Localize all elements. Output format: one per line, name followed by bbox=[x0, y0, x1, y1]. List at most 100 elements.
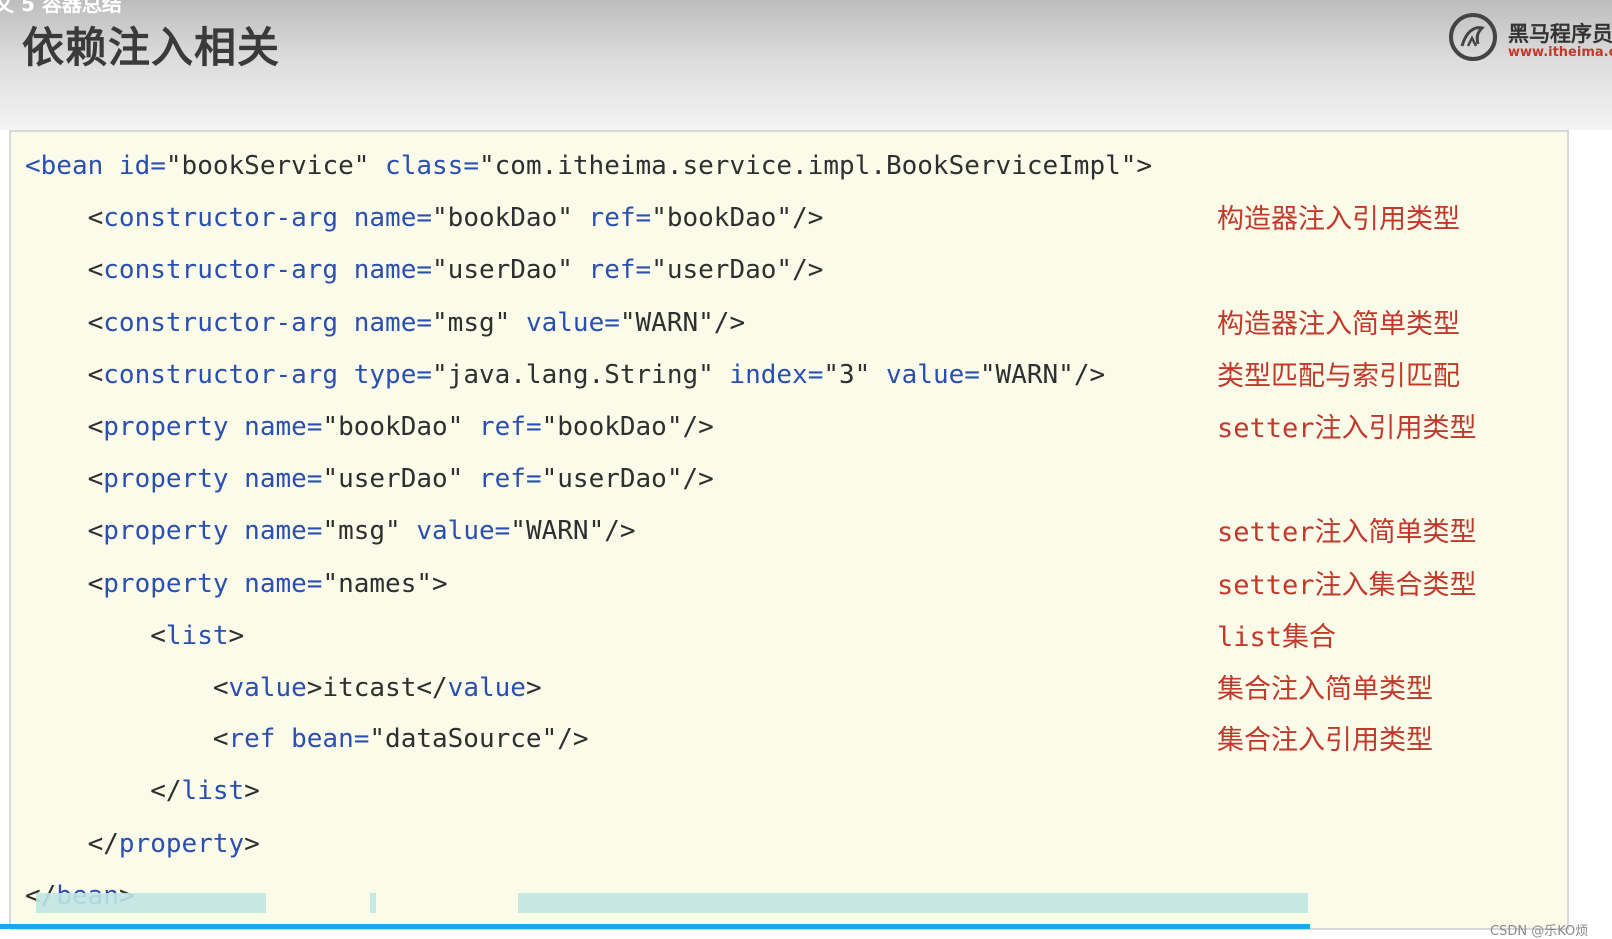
code-token: ref= bbox=[572, 255, 652, 285]
code-token: "bookDao" bbox=[541, 412, 683, 442]
code-token: /> bbox=[604, 516, 636, 546]
code-token: itcast bbox=[322, 673, 417, 703]
slide-title: 依赖注入相关 bbox=[22, 23, 281, 72]
annotation-label: 集合注入简单类型 bbox=[1217, 674, 1433, 705]
code-token: value= bbox=[870, 360, 980, 390]
code-token: constructor-arg bbox=[103, 203, 339, 233]
code-token: list bbox=[181, 776, 245, 806]
code-token: name= bbox=[338, 308, 433, 338]
code-token: > bbox=[244, 829, 260, 859]
slide-header: 文 5 容器总结 依赖注入相关 黑马程序员 www.itheima.com bbox=[0, 0, 1612, 130]
code-token: < bbox=[25, 412, 104, 442]
code-token: < bbox=[25, 360, 104, 390]
code-token: value= bbox=[510, 308, 620, 338]
code-line: <list> bbox=[25, 620, 244, 652]
code-token: property bbox=[103, 516, 229, 546]
code-token: > bbox=[244, 776, 260, 806]
annotation-label: 构造器注入简单类型 bbox=[1217, 309, 1460, 340]
horse-logo-icon bbox=[1449, 13, 1497, 61]
code-token: property bbox=[103, 412, 229, 442]
code-token: /> bbox=[792, 255, 824, 285]
code-token: </ bbox=[416, 673, 448, 703]
code-token: constructor-arg bbox=[103, 360, 339, 390]
code-token: id= bbox=[103, 151, 166, 181]
code-token: list bbox=[165, 621, 229, 651]
video-progress-bar[interactable] bbox=[0, 924, 1310, 929]
code-token: "WARN" bbox=[979, 360, 1074, 390]
code-token: ref= bbox=[463, 464, 542, 494]
code-token: "msg" bbox=[432, 308, 511, 338]
code-token: "bookService" bbox=[165, 151, 370, 181]
code-line: <bean id="bookService" class="com.itheim… bbox=[25, 150, 1152, 182]
annotation-label: 构造器注入引用类型 bbox=[1217, 204, 1460, 235]
code-token: property bbox=[103, 464, 229, 494]
brand-url: www.itheima.com bbox=[1508, 45, 1612, 60]
code-line: <value>itcast</value> bbox=[25, 672, 542, 704]
code-token: < bbox=[25, 724, 229, 754]
audio-waveform bbox=[36, 893, 266, 913]
code-line: <property name="bookDao" ref="bookDao"/> bbox=[25, 411, 714, 443]
code-line: <property name="names"> bbox=[25, 568, 448, 600]
code-token: "3" bbox=[823, 360, 871, 390]
annotation-label: setter注入简单类型 bbox=[1217, 517, 1477, 548]
code-line: </list> bbox=[25, 775, 260, 807]
code-token: < bbox=[25, 308, 104, 338]
brand-name: 黑马程序员 bbox=[1508, 22, 1612, 46]
annotation-label: list集合 bbox=[1217, 622, 1337, 653]
code-token: "bookDao" bbox=[432, 203, 573, 233]
code-token: /> bbox=[792, 203, 824, 233]
annotation-label: 类型匹配与索引匹配 bbox=[1217, 361, 1460, 392]
code-token: type= bbox=[338, 360, 433, 390]
code-token: "bookDao" bbox=[651, 203, 793, 233]
code-token: < bbox=[25, 516, 104, 546]
audio-waveform bbox=[518, 893, 1308, 913]
code-token: name= bbox=[228, 516, 323, 546]
code-token: < bbox=[25, 464, 104, 494]
code-line: <property name="msg" value="WARN"/> bbox=[25, 515, 636, 547]
code-token: "msg" bbox=[322, 516, 401, 546]
code-token: > bbox=[1136, 151, 1153, 181]
code-token: < bbox=[25, 151, 41, 181]
code-panel: <bean id="bookService" class="com.itheim… bbox=[9, 130, 1569, 930]
code-token: < bbox=[25, 569, 104, 599]
code-token: < bbox=[25, 621, 166, 651]
code-token: > bbox=[432, 569, 448, 599]
annotation-label: 集合注入引用类型 bbox=[1217, 725, 1433, 756]
code-token: "userDao" bbox=[541, 464, 683, 494]
code-token: < bbox=[25, 673, 229, 703]
code-token: "java.lang.String" bbox=[432, 360, 714, 390]
code-token: name= bbox=[228, 464, 323, 494]
code-token: bean= bbox=[275, 724, 370, 754]
code-token: /> bbox=[557, 724, 589, 754]
code-token: > bbox=[306, 673, 323, 703]
code-token: constructor-arg bbox=[103, 255, 339, 285]
code-token: "bookDao" bbox=[322, 412, 464, 442]
code-token: name= bbox=[338, 255, 433, 285]
code-token: bean bbox=[40, 151, 104, 181]
code-token: > bbox=[525, 673, 542, 703]
code-line: <constructor-arg type="java.lang.String"… bbox=[25, 359, 1106, 391]
code-token: "names" bbox=[322, 569, 433, 599]
code-token: > bbox=[228, 621, 245, 651]
code-token: index= bbox=[713, 360, 824, 390]
code-token: value bbox=[447, 673, 526, 703]
code-line: <constructor-arg name="userDao" ref="use… bbox=[25, 254, 824, 286]
code-token: property bbox=[103, 569, 229, 599]
code-token: </ bbox=[25, 829, 119, 859]
code-token: "WARN" bbox=[619, 308, 714, 338]
code-token: /> bbox=[713, 308, 746, 338]
code-line: <ref bean="dataSource"/> bbox=[25, 723, 589, 755]
code-token: ref= bbox=[463, 412, 542, 442]
code-line: </property> bbox=[25, 828, 260, 860]
code-token: /> bbox=[1073, 360, 1106, 390]
code-line: <constructor-arg name="msg" value="WARN"… bbox=[25, 307, 746, 339]
code-token: class= bbox=[369, 151, 479, 181]
brand-logo: 黑马程序员 www.itheima.com bbox=[1448, 8, 1612, 66]
code-token: value= bbox=[400, 516, 511, 546]
code-token: "userDao" bbox=[322, 464, 464, 494]
code-token: < bbox=[25, 203, 104, 233]
code-token: /> bbox=[682, 464, 714, 494]
code-token: </ bbox=[25, 776, 182, 806]
code-token: name= bbox=[228, 569, 323, 599]
code-token: name= bbox=[228, 412, 323, 442]
